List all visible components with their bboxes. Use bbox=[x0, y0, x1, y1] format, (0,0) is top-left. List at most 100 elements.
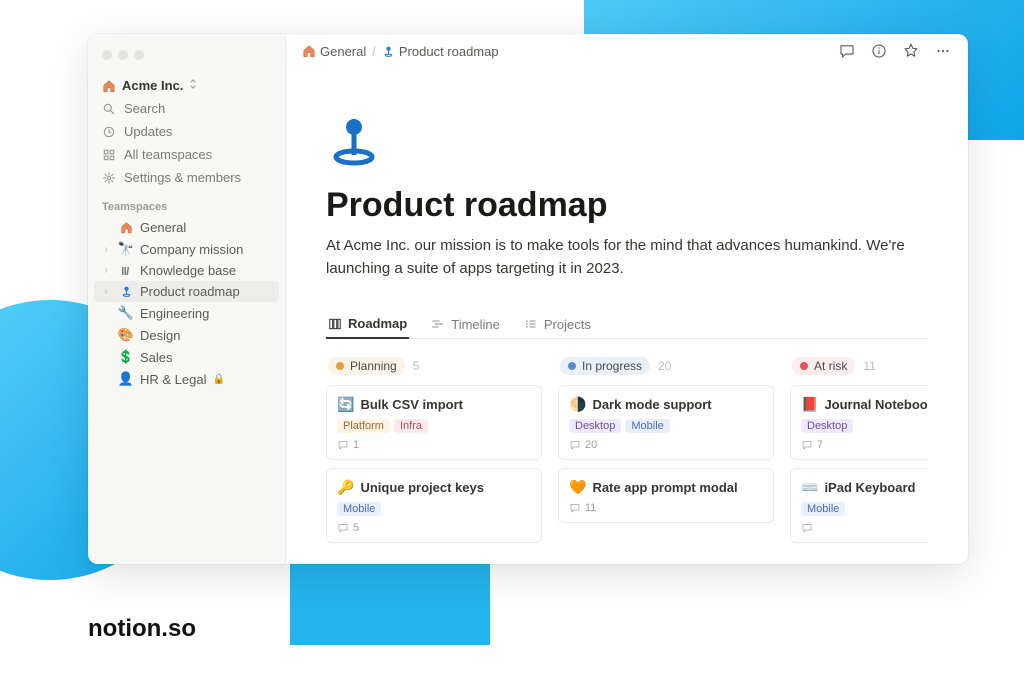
page-icon[interactable] bbox=[326, 113, 928, 174]
card-title-text: Bulk CSV import bbox=[360, 397, 463, 412]
card-comments: 20 bbox=[569, 439, 763, 451]
board-card[interactable]: 🔄 Bulk CSV import Platform Infra 1 bbox=[326, 385, 542, 460]
sidebar-page-engineering[interactable]: 🔧 Engineering bbox=[94, 302, 279, 324]
comment-count: 5 bbox=[353, 522, 359, 534]
page-title[interactable]: Product roadmap bbox=[326, 186, 928, 225]
sidebar-updates[interactable]: Updates bbox=[94, 120, 279, 143]
card-tags: Mobile bbox=[337, 502, 531, 516]
wrench-icon: 🔧 bbox=[118, 305, 134, 321]
sidebar-updates-label: Updates bbox=[124, 124, 172, 139]
tab-timeline[interactable]: Timeline bbox=[429, 310, 502, 338]
status-dot-icon bbox=[568, 362, 576, 370]
binoculars-icon: 🔭 bbox=[118, 241, 134, 257]
breadcrumb-general[interactable]: General bbox=[302, 44, 366, 59]
tab-projects[interactable]: Projects bbox=[522, 310, 593, 338]
sidebar-page-label: Product roadmap bbox=[140, 284, 240, 299]
card-title: 🧡Rate app prompt modal bbox=[569, 479, 763, 496]
column-header[interactable]: Planning 5 bbox=[326, 353, 542, 385]
sidebar-section-label: Teamspaces bbox=[94, 189, 279, 217]
board-card[interactable]: ⌨️iPad Keyboard Mobile bbox=[790, 468, 928, 543]
card-title: 🔄 Bulk CSV import bbox=[337, 396, 531, 413]
breadcrumb-label: Product roadmap bbox=[399, 44, 499, 59]
board-card[interactable]: 🧡Rate app prompt modal 11 bbox=[558, 468, 774, 523]
sidebar-search[interactable]: Search bbox=[94, 97, 279, 120]
pin-icon bbox=[382, 45, 395, 58]
favorite-button[interactable] bbox=[902, 42, 920, 60]
card-icon: 🔄 bbox=[337, 396, 354, 413]
board-card[interactable]: 🔑Unique project keys Mobile 5 bbox=[326, 468, 542, 543]
sidebar-page-general[interactable]: General bbox=[94, 217, 279, 238]
close-dot[interactable] bbox=[102, 50, 112, 60]
tab-roadmap[interactable]: Roadmap bbox=[326, 310, 409, 339]
info-button[interactable] bbox=[870, 42, 888, 60]
card-title: 📕Journal Notebook bbox=[801, 396, 928, 413]
sidebar-page-knowledge-base[interactable]: › Knowledge base bbox=[94, 260, 279, 281]
breadcrumb-product-roadmap[interactable]: Product roadmap bbox=[382, 44, 499, 59]
app-window: Acme Inc. Search Updates All teamspaces bbox=[88, 34, 968, 564]
view-tabs: Roadmap Timeline Projects bbox=[326, 310, 928, 339]
sidebar-page-label: Design bbox=[140, 328, 180, 343]
chevron-right-icon[interactable]: › bbox=[100, 286, 112, 297]
palette-icon: 🎨 bbox=[118, 327, 134, 343]
tag: Platform bbox=[337, 419, 390, 433]
card-tags: Desktop bbox=[801, 419, 928, 433]
page-description[interactable]: At Acme Inc. our mission is to make tool… bbox=[326, 235, 928, 280]
window-controls bbox=[94, 44, 279, 74]
card-title: ⌨️iPad Keyboard bbox=[801, 479, 928, 496]
status-pill: In progress bbox=[560, 357, 650, 375]
sidebar-page-label: Engineering bbox=[140, 306, 209, 321]
card-comments: 11 bbox=[569, 502, 763, 514]
breadcrumb-label: General bbox=[320, 44, 366, 59]
tag: Mobile bbox=[801, 502, 845, 516]
sidebar-page-product-roadmap[interactable]: › Product roadmap bbox=[94, 281, 279, 302]
sidebar-page-company-mission[interactable]: › 🔭 Company mission bbox=[94, 238, 279, 260]
sidebar-page-label: Company mission bbox=[140, 242, 243, 257]
card-tags: DesktopMobile bbox=[569, 419, 763, 433]
status-label: In progress bbox=[582, 359, 642, 373]
column-count: 5 bbox=[413, 359, 420, 373]
sidebar-teamspaces[interactable]: All teamspaces bbox=[94, 143, 279, 166]
sidebar-page-hr-legal[interactable]: 👤 HR & Legal 🔒 bbox=[94, 368, 279, 390]
status-label: Planning bbox=[350, 359, 397, 373]
board-card[interactable]: 📕Journal NotebookDesktop7 bbox=[790, 385, 928, 460]
status-pill: Planning bbox=[328, 357, 405, 375]
chevron-right-icon[interactable]: › bbox=[100, 265, 112, 276]
brand-label: notion.so bbox=[88, 615, 196, 643]
tag: Desktop bbox=[801, 419, 853, 433]
more-button[interactable] bbox=[934, 42, 952, 60]
card-title: 🔑Unique project keys bbox=[337, 479, 531, 496]
tag: Mobile bbox=[337, 502, 381, 516]
workspace-name: Acme Inc. bbox=[122, 78, 183, 93]
card-title-text: Rate app prompt modal bbox=[592, 480, 737, 495]
sidebar-page-label: HR & Legal bbox=[140, 372, 206, 387]
tag: Infra bbox=[394, 419, 428, 433]
sidebar-page-sales[interactable]: 💲 Sales bbox=[94, 346, 279, 368]
status-dot-icon bbox=[800, 362, 808, 370]
sidebar-settings[interactable]: Settings & members bbox=[94, 166, 279, 189]
chevron-updown-icon bbox=[189, 78, 197, 93]
comment-count: 20 bbox=[585, 439, 597, 451]
maximize-dot[interactable] bbox=[134, 50, 144, 60]
card-title-text: Unique project keys bbox=[360, 480, 484, 495]
list-icon bbox=[524, 317, 538, 331]
chevron-right-icon[interactable]: › bbox=[100, 244, 112, 255]
board-icon bbox=[328, 317, 342, 331]
workspace-switcher[interactable]: Acme Inc. bbox=[94, 74, 279, 97]
topbar: General / Product roadmap bbox=[286, 34, 968, 69]
column-header[interactable]: In progress20 bbox=[558, 353, 774, 385]
column-header[interactable]: At risk11 bbox=[790, 353, 928, 385]
sidebar-page-label: Knowledge base bbox=[140, 263, 236, 278]
board-card[interactable]: 🌗Dark mode supportDesktopMobile20 bbox=[558, 385, 774, 460]
minimize-dot[interactable] bbox=[118, 50, 128, 60]
sidebar-search-label: Search bbox=[124, 101, 165, 116]
comment-count: 11 bbox=[585, 502, 596, 514]
comments-button[interactable] bbox=[838, 42, 856, 60]
sidebar-settings-label: Settings & members bbox=[124, 170, 241, 185]
breadcrumb: General / Product roadmap bbox=[302, 44, 499, 59]
sidebar-page-design[interactable]: 🎨 Design bbox=[94, 324, 279, 346]
status-dot-icon bbox=[336, 362, 344, 370]
tag: Desktop bbox=[569, 419, 621, 433]
comment-count: 1 bbox=[353, 439, 359, 451]
sidebar-page-label: General bbox=[140, 220, 186, 235]
sidebar: Acme Inc. Search Updates All teamspaces bbox=[88, 34, 286, 564]
